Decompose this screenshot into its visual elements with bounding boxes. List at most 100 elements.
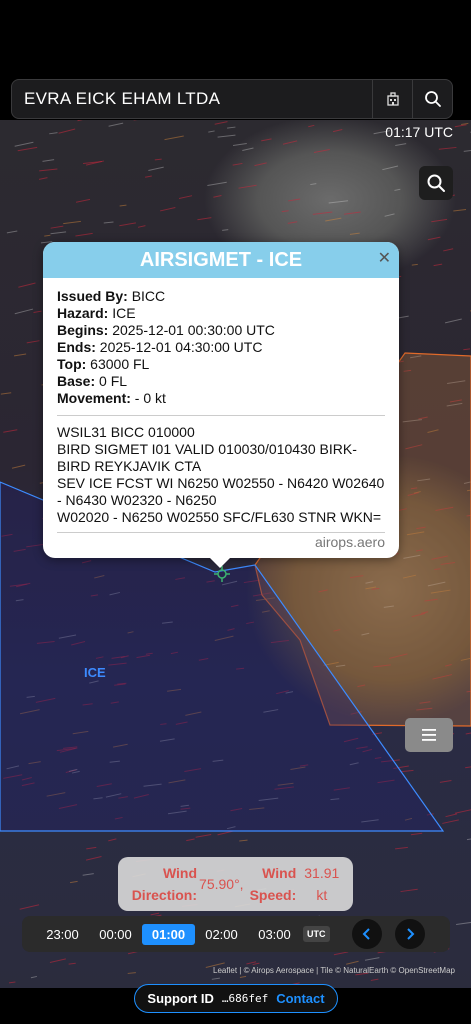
wind-particle	[103, 221, 114, 224]
wind-particle	[119, 222, 136, 227]
field-top: Top: 63000 FL	[57, 356, 150, 372]
field-begins: Begins: 2025-12-01 00:30:00 UTC	[57, 322, 275, 338]
utc-toggle[interactable]: UTC	[303, 926, 330, 942]
support-pill: Support ID …686fef Contact	[134, 984, 338, 1013]
wind-particle	[0, 392, 12, 395]
search-icon	[427, 174, 445, 192]
prev-time-button[interactable]	[352, 919, 382, 949]
wind-particle	[227, 126, 236, 129]
wind-particle	[137, 225, 146, 228]
wind-particle	[438, 146, 457, 150]
location-marker-icon[interactable]	[214, 566, 230, 582]
wind-particle	[108, 838, 117, 842]
wind-particle	[208, 130, 215, 133]
wind-particle	[445, 813, 458, 818]
wind-particle	[465, 732, 471, 735]
wind-particle	[411, 263, 418, 266]
map-search-button[interactable]	[419, 166, 453, 200]
wind-particle	[395, 846, 408, 850]
wind-particle	[119, 204, 127, 207]
wind-particle	[19, 904, 40, 910]
wind-particle	[453, 209, 467, 212]
wind-particle	[287, 221, 298, 224]
wind-particle	[42, 159, 55, 162]
wind-direction-label: Wind Direction:	[131, 865, 198, 903]
wind-particle	[68, 962, 76, 965]
wind-particle	[145, 175, 152, 178]
wind-particle	[346, 960, 359, 965]
wind-particle	[313, 148, 330, 154]
wind-particle	[164, 135, 184, 141]
wind-particle	[213, 194, 222, 198]
layers-menu-button[interactable]	[405, 718, 453, 752]
wind-particle	[463, 348, 471, 351]
wind-particle	[370, 978, 379, 981]
wind-particle	[108, 122, 124, 127]
close-icon[interactable]: ✕	[378, 248, 391, 268]
wind-direction-value: 75.90°,	[199, 876, 244, 892]
wind-particle	[395, 143, 407, 146]
time-option-active[interactable]: 01:00	[142, 923, 195, 945]
time-option[interactable]: 23:00	[36, 927, 89, 942]
wind-particle	[443, 248, 454, 252]
wind-particle	[69, 880, 78, 884]
wind-particle	[86, 846, 97, 850]
wind-particle	[454, 124, 467, 128]
next-time-button[interactable]	[395, 919, 425, 949]
wind-particle	[186, 838, 195, 842]
wind-particle	[410, 832, 423, 836]
popup-source: airops.aero	[314, 534, 385, 550]
timeline-bar: 23:00 00:00 01:00 02:00 03:00 UTC	[22, 916, 450, 952]
wind-particle	[217, 134, 236, 138]
wind-particle	[30, 975, 38, 979]
wind-particle	[207, 181, 227, 186]
wind-particle	[49, 958, 66, 963]
wind-particle	[364, 957, 380, 961]
time-option[interactable]: 03:00	[248, 927, 301, 942]
wind-particle	[3, 429, 18, 433]
route-search-bar: EVRA EICK EHAM LTDA	[11, 79, 453, 119]
wind-particle	[33, 310, 42, 314]
wind-particle	[427, 236, 441, 241]
wind-particle	[349, 232, 360, 235]
search-icon	[424, 91, 441, 107]
field-movement: Movement: - 0 kt	[57, 390, 166, 406]
wind-particle	[8, 981, 16, 984]
route-search-input[interactable]: EVRA EICK EHAM LTDA	[12, 89, 372, 109]
chevron-right-icon	[407, 928, 415, 940]
wind-particle	[332, 129, 343, 133]
wind-particle	[461, 122, 469, 125]
map-attribution[interactable]: Leaflet | © Airops Aerospace | Tile © Na…	[213, 966, 455, 975]
time-option[interactable]: 00:00	[89, 927, 142, 942]
wind-particle	[85, 856, 102, 861]
wind-particle	[14, 308, 34, 315]
popup-tip	[208, 556, 232, 568]
wind-particle	[454, 809, 471, 814]
popup-title: AIRSIGMET - ICE	[43, 242, 399, 278]
search-button[interactable]	[412, 80, 452, 118]
wind-particle	[252, 962, 260, 966]
wind-particle	[154, 158, 162, 161]
wind-particle	[148, 166, 164, 172]
wind-particle	[178, 195, 193, 200]
zone-label-ice[interactable]: ICE	[84, 665, 106, 680]
wind-particle	[17, 146, 38, 152]
wind-particle	[384, 213, 395, 217]
wind-particle	[328, 200, 349, 204]
wind-particle	[282, 140, 298, 145]
wind-particle	[38, 177, 48, 180]
wind-particle	[232, 143, 247, 147]
wind-particle	[254, 162, 267, 167]
wind-particle	[26, 340, 40, 344]
time-option[interactable]: 02:00	[195, 927, 248, 942]
contact-link[interactable]: Contact	[276, 991, 324, 1006]
wind-particle	[239, 839, 248, 842]
wind-particle	[261, 138, 272, 142]
wind-particle	[288, 198, 301, 202]
wind-particle	[6, 230, 18, 234]
wind-particle	[465, 766, 471, 769]
support-id-code: …686fef	[221, 992, 269, 1005]
wind-particle	[50, 231, 67, 235]
airport-button[interactable]	[372, 80, 412, 118]
wind-particle	[127, 972, 136, 974]
